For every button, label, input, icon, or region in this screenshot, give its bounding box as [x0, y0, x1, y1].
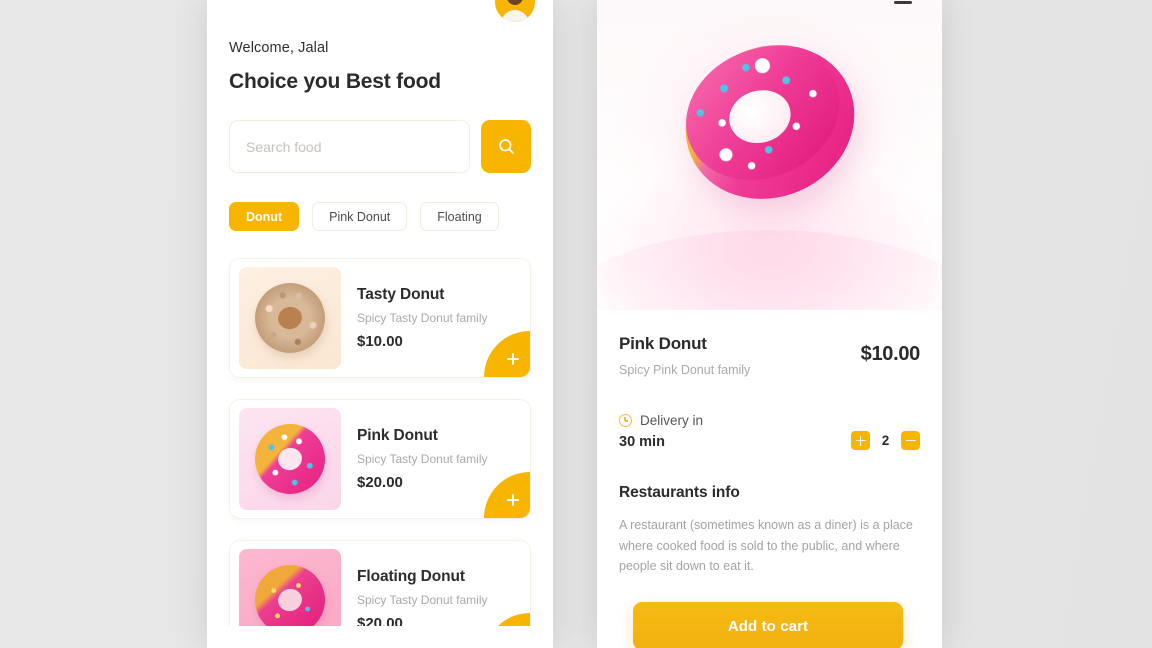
restaurant-info-body: A restaurant (sometimes known as a diner… [619, 518, 913, 574]
category-chip-donut[interactable]: Donut [229, 202, 300, 231]
app-stage: Welcome, Jalal Choice you Best food Donu… [0, 0, 1152, 648]
avatar-body [501, 10, 529, 22]
food-list: Tasty Donut Spicy Tasty Donut family $10… [229, 258, 531, 648]
welcome-text: Welcome, Jalal [229, 40, 329, 56]
decrease-quantity-button[interactable] [901, 431, 920, 450]
category-chip-label: Donut [246, 209, 283, 224]
clock-icon [619, 414, 632, 427]
delivery-label: Delivery in [640, 413, 704, 428]
delivery-time: 30 min [619, 434, 665, 450]
avatar-head [507, 0, 523, 5]
plus-icon [507, 353, 519, 365]
home-screen-content: Welcome, Jalal Choice you Best food Donu… [207, 0, 553, 648]
delivery-heading: Delivery in [619, 413, 703, 428]
quantity-stepper: 2 [851, 431, 920, 450]
donut-icon [245, 273, 335, 363]
food-name: Pink Donut [357, 427, 438, 444]
food-description: Spicy Tasty Donut family [357, 593, 488, 607]
food-info: Floating Donut Spicy Tasty Donut family … [341, 568, 521, 632]
plus-icon [507, 494, 519, 506]
food-info: Pink Donut Spicy Tasty Donut family $20.… [341, 427, 521, 491]
delivery-info: Delivery in 30 min [619, 413, 703, 450]
donut-icon [245, 414, 335, 504]
product-detail-content: Pink Donut Spicy Pink Donut family $10.0… [597, 310, 942, 577]
product-title-block: Pink Donut Spicy Pink Donut family [619, 334, 750, 377]
category-chip-label: Pink Donut [329, 209, 391, 224]
search-row [229, 120, 531, 173]
food-name: Tasty Donut [357, 286, 445, 303]
search-icon [498, 139, 514, 154]
category-chip-pink-donut[interactable]: Pink Donut [312, 202, 408, 231]
category-chip-floating[interactable]: Floating [420, 202, 499, 231]
product-title-row: Pink Donut Spicy Pink Donut family $10.0… [619, 334, 920, 377]
search-input[interactable] [246, 138, 453, 155]
menu-icon-bar [894, 1, 912, 4]
product-price: $10.00 [860, 343, 921, 365]
product-name: Pink Donut [619, 334, 707, 353]
quantity-value: 2 [881, 433, 890, 448]
restaurant-info-title: Restaurants info [619, 484, 740, 501]
food-info: Tasty Donut Spicy Tasty Donut family $10… [341, 286, 521, 350]
product-detail-panel: Pink Donut Spicy Pink Donut family $10.0… [597, 0, 942, 648]
search-button[interactable] [481, 120, 531, 173]
increase-quantity-button[interactable] [851, 431, 870, 450]
menu-icon[interactable] [894, 0, 912, 9]
category-chip-label: Floating [437, 209, 482, 224]
product-hero-image [660, 18, 879, 226]
page-title: Choice you Best food [229, 70, 441, 93]
search-field[interactable] [229, 120, 470, 173]
food-thumbnail [239, 408, 341, 510]
food-name: Floating Donut [357, 568, 465, 585]
product-hero [597, 0, 942, 310]
list-item[interactable]: Pink Donut Spicy Tasty Donut family $20.… [229, 399, 531, 519]
user-avatar-icon[interactable] [495, 0, 535, 22]
food-description: Spicy Tasty Donut family [357, 311, 488, 325]
product-description: Spicy Pink Donut family [619, 363, 751, 377]
delivery-row: Delivery in 30 min 2 [619, 413, 920, 450]
list-item[interactable]: Tasty Donut Spicy Tasty Donut family $10… [229, 258, 531, 378]
food-description: Spicy Tasty Donut family [357, 452, 488, 466]
list-bottom-mask [207, 626, 553, 648]
category-chip-list: Donut Pink Donut Floating [229, 202, 499, 231]
add-to-cart-button[interactable]: Add to cart [633, 602, 903, 648]
home-screen-panel: Welcome, Jalal Choice you Best food Donu… [207, 0, 553, 648]
food-thumbnail [239, 267, 341, 369]
hero-arc-decoration [597, 230, 942, 310]
